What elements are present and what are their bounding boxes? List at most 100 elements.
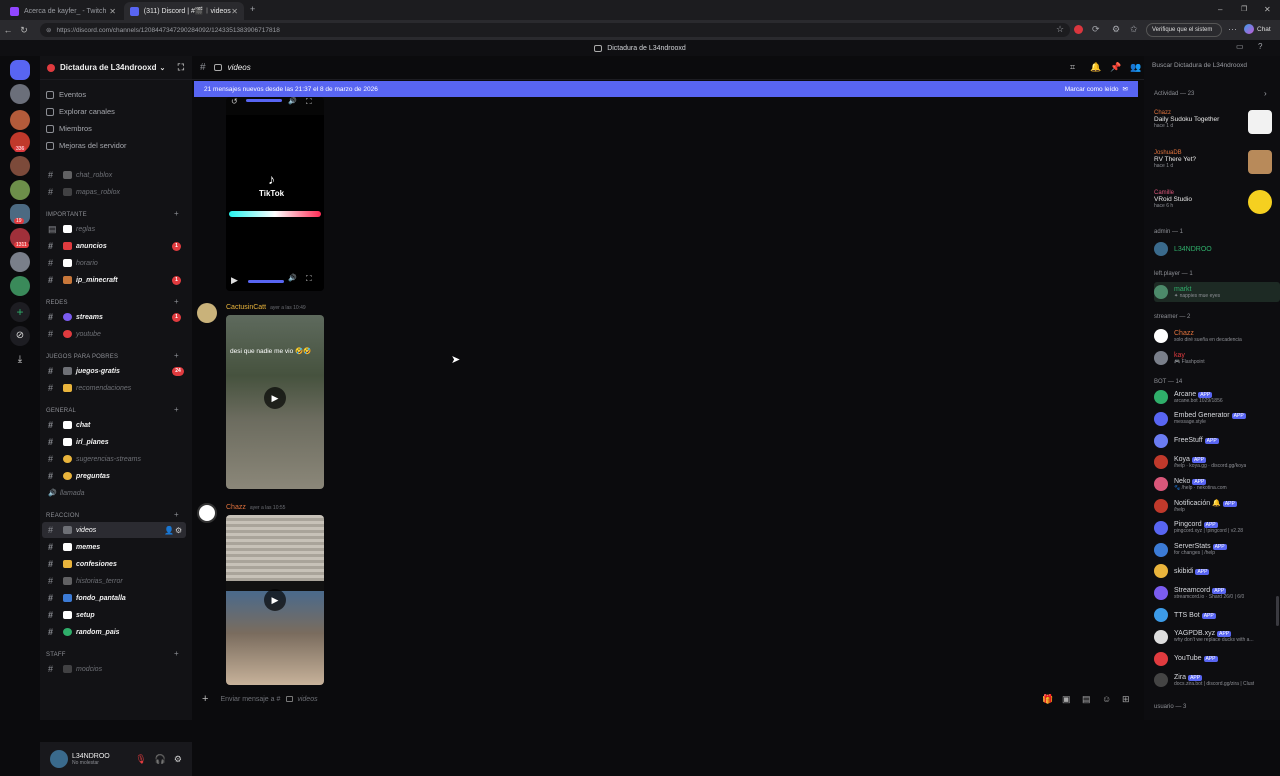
channel-mapas-roblox[interactable]: # mapas_roblox bbox=[42, 184, 186, 200]
bot-member-item[interactable]: YAGPDB.xyz APP why don't we replace ducks … bbox=[1154, 627, 1280, 647]
server-icon[interactable] bbox=[10, 276, 30, 296]
channel-ip-minecraft[interactable]: # ip_minecraft 1 bbox=[42, 272, 186, 288]
headset-icon[interactable]: 🎧 bbox=[155, 754, 166, 765]
category-staff[interactable]: STAFF bbox=[46, 652, 66, 658]
play-icon[interactable]: ▶ bbox=[264, 387, 286, 409]
add-channel-icon[interactable]: + bbox=[174, 649, 179, 658]
message-composer[interactable]: + Enviar mensaje a # videos 🎁 ▣ ▤ ☺ ⊞ bbox=[192, 688, 1144, 710]
bot-member-item[interactable]: Notificación 🔔 APP/help bbox=[1154, 496, 1280, 516]
channel-random-pais[interactable]: # random_pais bbox=[42, 624, 186, 640]
message-author[interactable]: Chazz bbox=[226, 504, 246, 511]
play-icon[interactable]: ▶ bbox=[264, 589, 286, 611]
progress-bar[interactable] bbox=[246, 99, 282, 102]
new-tab-icon[interactable]: + bbox=[250, 4, 255, 14]
channel-confesiones[interactable]: # confesiones bbox=[42, 556, 186, 572]
bot-member-item[interactable]: Koya APP/help · koya.gg · discord.gg/koya bbox=[1154, 452, 1280, 472]
extension-record-icon[interactable] bbox=[1074, 25, 1083, 34]
avatar[interactable] bbox=[50, 750, 68, 768]
server-header[interactable]: Dictadura de L34ndrooxd ⌄ ⛶ bbox=[40, 56, 192, 80]
add-channel-icon[interactable]: + bbox=[174, 405, 179, 414]
chevron-right-icon[interactable]: › bbox=[1264, 89, 1267, 98]
progress-bar[interactable] bbox=[248, 280, 284, 283]
channel-recomendaciones[interactable]: # recomendaciones bbox=[42, 380, 186, 396]
mute-mic-icon[interactable]: 🎙 bbox=[135, 754, 146, 765]
server-icon[interactable] bbox=[10, 252, 30, 272]
channel-videos[interactable]: # videos 👤 ⚙ bbox=[42, 522, 186, 538]
channel-reglas[interactable]: ▤ reglas bbox=[42, 221, 186, 237]
category-reaccion[interactable]: REACCION bbox=[46, 513, 79, 519]
channel-anuncios[interactable]: # anuncios 1 bbox=[42, 238, 186, 254]
member-item[interactable]: L34NDROO bbox=[1154, 239, 1280, 259]
channel-sugerencias-streams[interactable]: # sugerencias-streams bbox=[42, 451, 186, 467]
threads-icon[interactable]: ⌗ bbox=[1070, 62, 1075, 73]
member-item[interactable]: kay 🎮 Flashpoint bbox=[1154, 348, 1280, 368]
inbox-icon[interactable]: ▭ bbox=[1236, 42, 1244, 51]
bot-member-item[interactable]: YouTube APP bbox=[1154, 649, 1280, 669]
user-info[interactable]: L34NDROO No molestar bbox=[72, 753, 110, 766]
site-info-icon[interactable]: ⊜ bbox=[46, 26, 51, 34]
explore-icon[interactable]: ⊘ bbox=[10, 326, 30, 346]
close-tab-icon[interactable]: ✕ bbox=[231, 7, 238, 16]
bot-member-item[interactable]: Zira APP docs.zira.bot | discord.gg/zira |… bbox=[1154, 670, 1280, 690]
fullscreen-icon[interactable]: ⛶ bbox=[306, 274, 312, 284]
play-icon[interactable]: ▶ bbox=[231, 275, 238, 286]
sticker-icon[interactable]: ▤ bbox=[1082, 694, 1091, 705]
tab-twitch[interactable]: Acerca de kayfer_ - Twitch ✕ bbox=[4, 2, 122, 20]
member-item[interactable]: markt ✦ nappies mue eyes bbox=[1154, 282, 1280, 302]
channel-historias-terror[interactable]: # historias_terror bbox=[42, 573, 186, 589]
add-channel-icon[interactable]: + bbox=[174, 510, 179, 519]
activity-card[interactable]: Chazz Daily Sudoku Together hace 1 d bbox=[1154, 110, 1272, 138]
user-settings-icon[interactable]: ⚙ bbox=[174, 754, 182, 765]
channel-juegos-gratis[interactable]: # juegos-gratis 24 bbox=[42, 363, 186, 379]
bot-member-item[interactable]: FreeStuff APP bbox=[1154, 431, 1280, 451]
channel-settings-icon[interactable]: ⚙ bbox=[175, 526, 182, 535]
volume-icon[interactable]: 🔊 bbox=[288, 274, 297, 282]
menu-explorar-canales[interactable]: Explorar canales bbox=[46, 104, 115, 119]
back-icon[interactable]: ← bbox=[0, 25, 16, 35]
member-item[interactable]: Chazz solo diré sueña en decadencia bbox=[1154, 326, 1280, 346]
server-icon[interactable] bbox=[10, 110, 30, 130]
channel-memes[interactable]: # memes bbox=[42, 539, 186, 555]
bot-member-item[interactable]: Streamcord APP streamcord.io · Shard 26/0 … bbox=[1154, 583, 1280, 603]
bot-member-item[interactable]: Pingcord APP pingcord.xyz | !pingcord | v2… bbox=[1154, 518, 1280, 538]
channel-modcios[interactable]: # modcios bbox=[42, 661, 186, 677]
bot-member-item[interactable]: TTS Bot APP bbox=[1154, 605, 1280, 625]
channel-streams[interactable]: # streams 1 bbox=[42, 309, 186, 325]
copilot-chat-button[interactable]: Chat bbox=[1244, 24, 1271, 34]
tab-discord[interactable]: (311) Discord | #🎬︱videos | Dicta... ✕ bbox=[124, 2, 244, 20]
channel-youtube[interactable]: # youtube bbox=[42, 326, 186, 342]
channel-fondo-pantalla[interactable]: # fondo_pantalla bbox=[42, 590, 186, 606]
channel-horario[interactable]: # horario bbox=[42, 255, 186, 271]
member-list-icon[interactable]: 👥 bbox=[1130, 62, 1141, 73]
puzzle-icon[interactable]: ⚙ bbox=[1112, 24, 1120, 35]
channel-setup[interactable]: # setup bbox=[42, 607, 186, 623]
replay-icon[interactable]: ↺ bbox=[231, 97, 238, 106]
menu-mejoras[interactable]: Mejoras del servidor bbox=[46, 138, 127, 153]
category-redes[interactable]: REDES bbox=[46, 300, 68, 306]
close-tab-icon[interactable]: ✕ bbox=[109, 7, 116, 16]
video-attachment[interactable]: desi que nadie me vio 🤣🤣 ▶ bbox=[226, 315, 324, 489]
channel-chat[interactable]: # chat bbox=[42, 417, 186, 433]
gift-icon[interactable]: 🎁 bbox=[1042, 694, 1053, 705]
volume-icon[interactable]: 🔊 bbox=[288, 97, 297, 105]
invite-icon[interactable]: ⛶ bbox=[178, 62, 184, 73]
activity-card[interactable]: JoshuaDB RV There Yet? hace 1 d bbox=[1154, 150, 1272, 178]
composer-placeholder[interactable]: Enviar mensaje a # bbox=[220, 696, 280, 703]
profile-button[interactable]: Verifique que el sistem bbox=[1146, 23, 1222, 37]
server-icon[interactable] bbox=[10, 156, 30, 176]
notification-bell-icon[interactable]: 🔔 bbox=[1090, 62, 1101, 73]
direct-messages-icon[interactable] bbox=[10, 60, 30, 80]
help-icon[interactable]: ? bbox=[1258, 42, 1262, 51]
channel-preguntas[interactable]: # preguntas bbox=[42, 468, 186, 484]
invite-member-icon[interactable]: 👤 bbox=[164, 526, 174, 535]
avatar[interactable] bbox=[197, 503, 217, 523]
category-juegos[interactable]: JUEGOS PARA POBRES bbox=[46, 354, 118, 360]
add-attachment-icon[interactable]: + bbox=[202, 693, 208, 705]
fullscreen-icon[interactable]: ⛶ bbox=[306, 97, 312, 107]
close-window-icon[interactable]: ✕ bbox=[1264, 5, 1271, 14]
bot-member-item[interactable]: Arcane APP arcane.bot 1029/1856 bbox=[1154, 387, 1280, 407]
reload-icon[interactable]: ↻ bbox=[16, 25, 32, 36]
category-general[interactable]: GENERAL bbox=[46, 408, 76, 414]
pin-icon[interactable]: 📌 bbox=[1110, 62, 1121, 73]
video-attachment-tiktok[interactable]: ↺ 🔊 ⛶ ♪ TikTok ▶ 🔊 ⛶ bbox=[226, 97, 324, 291]
